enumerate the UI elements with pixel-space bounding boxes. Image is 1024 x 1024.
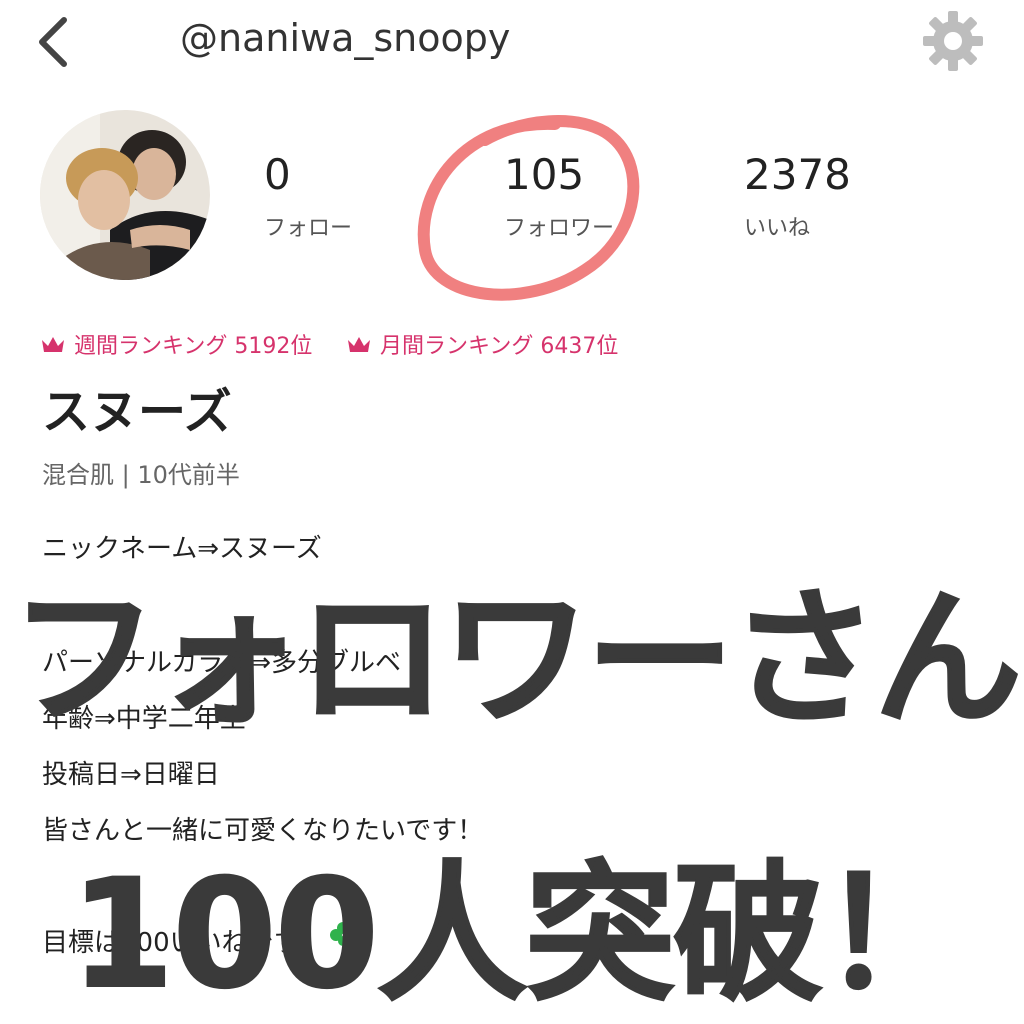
- overlay-text-followers: フォロワーさん: [9, 573, 1023, 745]
- gear-icon[interactable]: [920, 8, 986, 74]
- bio-line: ニックネーム⇒スヌーズ: [42, 534, 322, 564]
- overlay-text-milestone: 100人突破！: [69, 848, 972, 1022]
- likes-label[interactable]: いいね: [744, 210, 810, 242]
- weekly-ranking-label: 週間ランキング 5192位: [74, 334, 313, 359]
- likes-count[interactable]: 2378: [744, 150, 851, 199]
- profile-name: スヌーズ: [42, 384, 232, 440]
- monthly-ranking-label: 月間ランキング 6437位: [380, 334, 619, 359]
- crown-icon: [42, 337, 64, 352]
- following-label[interactable]: フォロー: [264, 210, 352, 242]
- crown-icon: [348, 337, 370, 352]
- following-count[interactable]: 0: [264, 150, 291, 199]
- profile-handle: @naniwa_snoopy: [180, 16, 511, 60]
- back-arrow-icon[interactable]: [30, 14, 80, 70]
- profile-meta: 混合肌 | 10代前半: [42, 461, 240, 489]
- bio-line: 投稿日⇒日曜日: [42, 760, 220, 790]
- bio-line: 皆さんと一緒に可愛くなりたいです！: [42, 816, 484, 846]
- avatar[interactable]: [40, 110, 210, 280]
- highlight-circle: [417, 115, 640, 301]
- weekly-ranking[interactable]: 週間ランキング 5192位: [40, 328, 312, 360]
- monthly-ranking[interactable]: 月間ランキング 6437位: [346, 328, 618, 360]
